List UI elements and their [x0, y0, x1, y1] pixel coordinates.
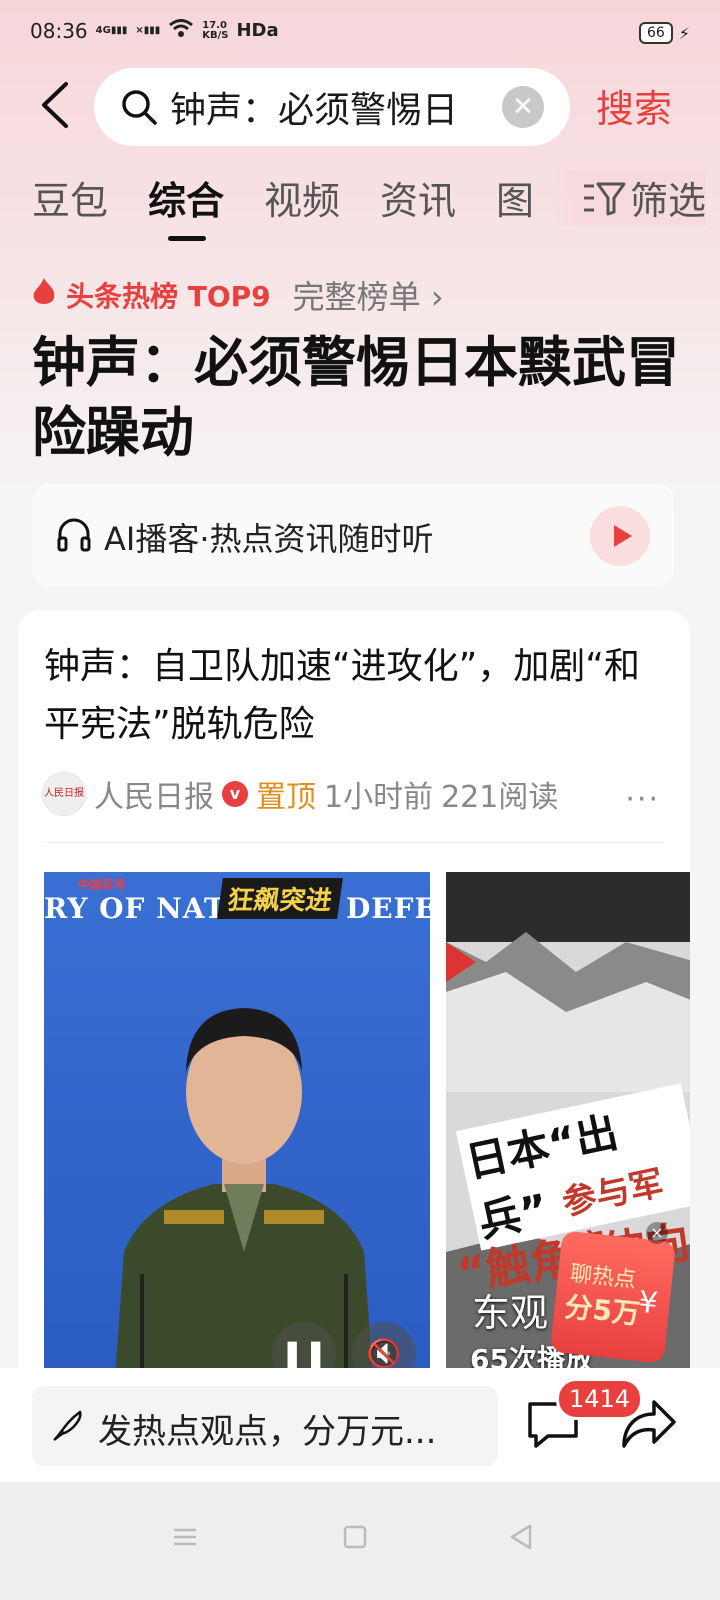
wifi-icon	[168, 18, 194, 43]
bottom-action-bar: 发热点观点，分万元... 1414	[0, 1368, 720, 1482]
signal-x-icon: ×▮▮▮	[135, 24, 161, 36]
page-title: 钟声：必须警惕日本黩武冒险躁动	[32, 331, 680, 464]
tab-image[interactable]: 图	[496, 170, 534, 225]
menu-icon[interactable]	[170, 1522, 200, 1552]
pen-icon	[53, 1410, 82, 1441]
battery-indicator: 66 ⚡	[638, 22, 690, 44]
yen-icon: ¥	[636, 1284, 660, 1322]
pinned-badge: 置顶	[256, 780, 316, 815]
net-speed: 17.0 KB/S	[202, 19, 229, 41]
search-input[interactable]: 钟声：必须警惕日 ✕	[94, 68, 570, 146]
article-title[interactable]: 钟声：自卫队加速“进攻化”，加剧“和平宪法”脱轨危险	[44, 638, 664, 754]
play-button[interactable]	[590, 506, 650, 566]
tab-news[interactable]: 资讯	[380, 170, 456, 225]
hot-rank-label: 头条热榜 TOP9	[66, 280, 271, 313]
spokesperson-figure	[114, 1008, 374, 1390]
back-button[interactable]	[36, 80, 76, 130]
video-tag: 狂飙突进	[217, 878, 343, 919]
filter-label: 筛选	[629, 179, 706, 223]
comment-placeholder: 发热点观点，分万元...	[98, 1412, 437, 1452]
avatar[interactable]: 人民日报	[42, 772, 86, 816]
hd-icon: HDa	[236, 20, 279, 41]
search-icon	[122, 90, 157, 125]
status-bar: 08:36 4G▮▮▮ ×▮▮▮ 17.0 KB/S HDa	[30, 18, 279, 43]
flame-icon	[30, 276, 58, 315]
close-icon[interactable]: ×	[646, 1222, 668, 1244]
clock: 08:36	[30, 18, 88, 43]
podcast-label: AI播客·热点资讯随时听	[104, 520, 434, 558]
promo-line-2: 分5万	[563, 1290, 642, 1331]
active-tab-indicator	[168, 236, 206, 241]
back-nav-icon[interactable]	[506, 1522, 536, 1552]
share-icon[interactable]	[620, 1396, 678, 1450]
divider	[44, 842, 664, 843]
home-icon[interactable]	[340, 1522, 370, 1552]
filter-icon	[583, 182, 626, 215]
more-options-icon[interactable]: ···	[625, 782, 660, 817]
battery-level: 66	[638, 22, 673, 44]
comment-input[interactable]: 发热点观点，分万元...	[32, 1386, 498, 1466]
charging-icon: ⚡	[678, 23, 690, 43]
source-name[interactable]: 人民日报	[94, 772, 214, 816]
ai-podcast-bar[interactable]: AI播客·热点资讯随时听	[32, 484, 674, 586]
red-packet-promo[interactable]: 聊热点 分5万 ¥	[549, 1230, 677, 1364]
hot-rank-row[interactable]: 头条热榜 TOP9 完整榜单 ›	[30, 272, 444, 318]
article-meta: 人民日报 人民日报 v 置顶 1小时前 221阅读	[42, 772, 558, 816]
clear-icon[interactable]: ✕	[502, 86, 544, 128]
publish-time: 1小时前	[324, 780, 434, 815]
full-list-link[interactable]: 完整榜单 ›	[293, 272, 444, 318]
tab-bar: 豆包 综合 视频 资讯 图 筛选	[32, 170, 706, 241]
video-thumbnail[interactable]: 中国军号 RY OF NATIONAL DEFENS 狂飙突进 ❚❚ 🔇	[44, 872, 430, 1390]
verified-icon: v	[222, 781, 248, 807]
read-count: 221阅读	[441, 780, 559, 815]
signal-4g-icon: 4G▮▮▮	[95, 24, 128, 36]
search-query: 钟声：必须警惕日	[170, 90, 459, 131]
tab-video[interactable]: 视频	[264, 170, 340, 225]
headphones-icon	[57, 518, 91, 552]
system-nav-bar	[0, 1482, 720, 1600]
tab-doubao[interactable]: 豆包	[32, 170, 108, 225]
chevron-left-icon	[42, 82, 68, 128]
search-button[interactable]: 搜索	[596, 78, 672, 133]
filter-button[interactable]: 筛选	[551, 170, 706, 225]
video-caption: 东观	[472, 1291, 549, 1335]
tab-general[interactable]: 综合	[148, 170, 224, 225]
channel-logo: 中国军号	[78, 878, 127, 892]
